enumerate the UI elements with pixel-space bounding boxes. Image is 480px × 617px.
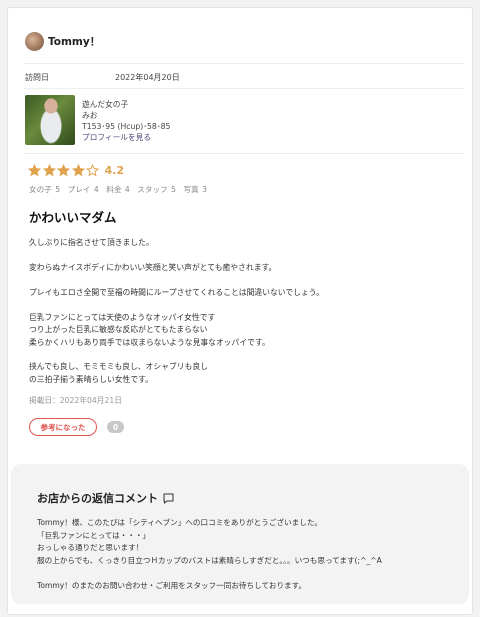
review-body-line: つり上がった巨乳に敏感な反応がとてもたまらない (29, 325, 208, 334)
review-card: Tommy！ 訪問日 2022年04月20日 遊んだ女の子 みお T153･95… (7, 7, 473, 615)
divider (24, 153, 464, 154)
reviewer-name[interactable]: Tommy！ (48, 34, 100, 49)
review-title: かわいいマダム (29, 210, 117, 225)
star-icon (42, 164, 56, 177)
speech-bubble-icon (163, 493, 174, 504)
helpful-count: 0 (107, 421, 124, 433)
avatar[interactable] (25, 32, 44, 51)
reply-line: 「巨乳ファンにとっては・・・」 (37, 531, 151, 540)
profile-link-wrap: プロフィールを見る (82, 133, 151, 144)
girl-name: みお (82, 111, 98, 120)
girl-stats: T153･95 (Hcup)･58･85 (82, 122, 171, 131)
rating-value: 4.2 (104, 164, 125, 177)
star-icon (71, 164, 85, 177)
review-body-line: プレイもエロさ全開で至福の時間にループさせてくれることは間違いないでしょう。 (29, 288, 324, 297)
divider (24, 63, 464, 64)
review-body-line: 柔らかくハリもあり両手では収まらないような見事なオッパイです。 (29, 338, 270, 347)
helpful-button[interactable]: 参考になった (29, 418, 97, 436)
reply-line: Tommy！様、このたびは「シティヘブン」への口コミをありがとうございました。 (37, 518, 323, 527)
divider (24, 88, 464, 89)
review-body-line: の三拍子揃う素晴らしい女性です。 (29, 375, 153, 384)
reply-title-row: お店からの返信コメント (37, 490, 174, 506)
reply-line: おっしゃる通りだと思います！ (37, 543, 144, 552)
review-body-line: 挟んでも良し、モミモミも良し、オシャブリも良し (29, 362, 208, 371)
reply-line: Tommy！のまたのお問い合わせ・ご利用をスタッフ一同お待ちしております。 (37, 581, 307, 590)
shop-reply: お店からの返信コメント Tommy！様、このたびは「シティヘブン」への口コミをあ… (11, 464, 469, 604)
visit-date: 2022年04月20日 (115, 73, 180, 82)
review-body-line: 久しぶりに指名させて頂きました。 (29, 238, 154, 247)
girl-photo[interactable] (25, 95, 75, 145)
profile-link[interactable]: プロフィールを見る (82, 133, 151, 142)
reply-line: 服の上からでも、くっきり目立つＨカップのバストは素晴らしすぎだと。。。いつも思っ… (37, 556, 382, 565)
visit-label: 訪問日 (25, 73, 49, 82)
reply-title: お店からの返信コメント (37, 492, 158, 505)
star-icon (86, 164, 99, 177)
star-icon (28, 164, 41, 177)
review-body-line: 巨乳ファンにとっては天使のようなオッパイ女性です (29, 313, 216, 322)
review-body-line: 変わらぬナイスボディにかわいい笑顔と笑い声がとても癒やされます。 (29, 263, 277, 272)
rating-stars: 4.2 (28, 164, 124, 177)
star-icon (57, 164, 70, 177)
posted-date: 掲載日：2022年04月21日 (29, 396, 122, 405)
score-breakdown: 女の子 5 プレイ 4 料金 4 スタッフ 5 写真 3 (29, 185, 207, 194)
played-with-label: 遊んだ女の子 (82, 100, 129, 109)
reviewer-header: Tommy！ (25, 32, 100, 51)
